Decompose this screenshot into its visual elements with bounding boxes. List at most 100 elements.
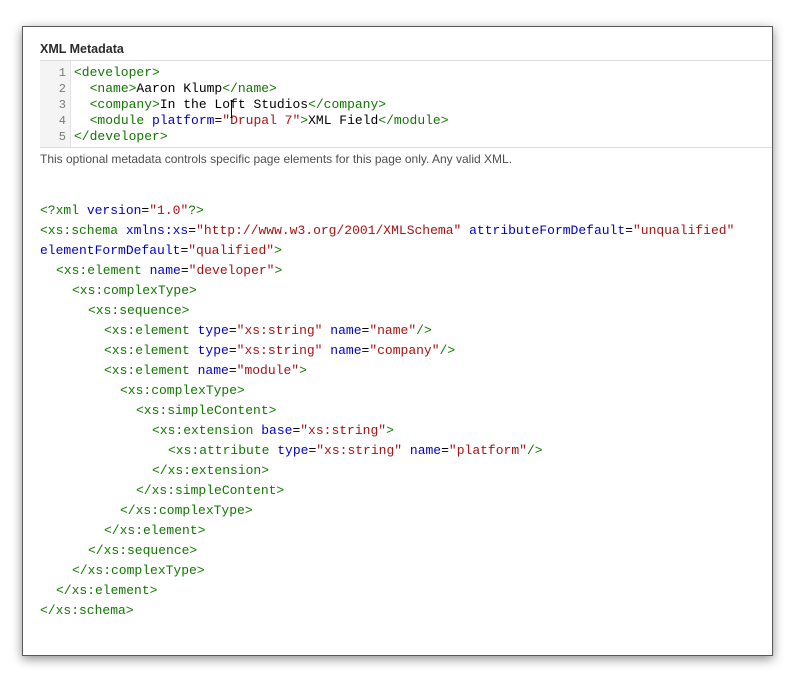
- xml-string: "unqualified": [632, 223, 735, 238]
- xml-string: "developer": [188, 263, 275, 278]
- xml-text: XML Field: [308, 113, 379, 128]
- code-line: </developer>: [74, 129, 168, 145]
- schema-line: </xs:schema>: [40, 603, 134, 619]
- xml-attribute: name: [330, 323, 362, 338]
- xml-text: =: [228, 343, 237, 358]
- schema-line: <?xml version="1.0"?>: [40, 203, 204, 219]
- xml-attribute: attributeFormDefault: [469, 223, 626, 238]
- xml-tag: <xs:sequence>: [88, 303, 190, 318]
- xml-tag: </xs:element>: [56, 583, 158, 598]
- xml-text: =: [228, 363, 237, 378]
- xml-text: =: [180, 263, 189, 278]
- xml-tag: <company>: [89, 97, 160, 112]
- xml-tag: </xs:complexType>: [120, 503, 253, 518]
- xml-tag: >: [274, 263, 283, 278]
- xml-attribute: name: [409, 443, 442, 458]
- xml-string: "xs:string": [236, 343, 323, 358]
- xml-tag: <xs:element: [104, 323, 198, 338]
- xml-tag: </xs:schema>: [40, 603, 134, 618]
- schema-line: </xs:simpleContent>: [136, 483, 284, 499]
- xml-string: "1.0": [149, 203, 189, 218]
- xml-tag: </company>: [308, 97, 387, 112]
- xml-text: =: [441, 443, 449, 458]
- schema-line: </xs:element>: [56, 583, 157, 599]
- schema-line: </xs:extension>: [152, 463, 269, 479]
- schema-line: <xs:attribute type="xs:string" name="pla…: [168, 443, 543, 459]
- xml-text: =: [228, 323, 237, 338]
- schema-line: </xs:element>: [104, 523, 205, 539]
- schema-line: <xs:element type="xs:string" name="name"…: [104, 323, 432, 339]
- line-number: 4: [58, 114, 66, 128]
- xml-string: "Drupal 7": [222, 113, 301, 128]
- xml-attribute: xmlns:xs: [125, 223, 189, 238]
- xml-attribute: name: [197, 363, 229, 378]
- xml-tag: <xs:element: [104, 363, 198, 378]
- xml-tag: <xs:extension: [152, 423, 262, 438]
- line-number: 5: [58, 130, 66, 144]
- xml-attribute: base: [261, 423, 293, 438]
- schema-line: <xs:complexType>: [72, 283, 197, 299]
- schema-line: </xs:sequence>: [88, 543, 197, 559]
- xml-string: "qualified": [188, 243, 275, 258]
- xml-tag: <xs:complexType>: [120, 383, 245, 398]
- xml-tag: >: [299, 363, 307, 378]
- xml-tag: </xs:complexType>: [72, 563, 205, 578]
- xml-attribute: elementFormDefault: [40, 243, 181, 258]
- line-number: 1: [58, 66, 66, 80]
- xml-attribute: platform: [152, 113, 215, 128]
- xml-metadata-panel: XML Metadata 1 2 3 4 5 <developer> <name>Aar…: [22, 26, 773, 656]
- xml-tag: />: [416, 323, 432, 338]
- xml-string: "platform": [448, 443, 527, 458]
- xml-tag: <name>: [89, 81, 137, 96]
- code-line: <module platform="Drupal 7">XML Field</m…: [74, 113, 449, 129]
- xml-tag: </xs:extension>: [152, 463, 270, 478]
- schema-line: <xs:complexType>: [120, 383, 245, 399]
- schema-line: <xs:sequence>: [88, 303, 189, 319]
- text-cursor-icon: [230, 100, 233, 118]
- xml-text: Aaron Klump: [136, 81, 223, 96]
- xml-text: =: [188, 223, 197, 238]
- xml-string: "company": [369, 343, 440, 358]
- xml-tag: >: [300, 113, 309, 128]
- schema-line: <xs:element name="module">: [104, 363, 307, 379]
- xml-string: "xs:string": [316, 443, 403, 458]
- xml-attribute: name: [330, 343, 362, 358]
- xml-tag: </xs:simpleContent>: [136, 483, 285, 498]
- xml-text: [402, 443, 410, 458]
- schema-line: elementFormDefault="qualified">: [40, 243, 282, 259]
- xml-tag: <xs:element: [56, 263, 150, 278]
- xml-string: "xs:string": [236, 323, 323, 338]
- xml-tag: >: [274, 243, 282, 258]
- xml-attribute: type: [197, 323, 229, 338]
- line-number: 2: [58, 82, 66, 96]
- line-number-gutter: 1 2 3 4 5: [40, 61, 71, 147]
- xml-attribute: version: [86, 203, 142, 218]
- xml-tag: <module: [89, 113, 153, 128]
- xml-tag: >: [386, 423, 394, 438]
- xml-tag: <xs:simpleContent>: [136, 403, 277, 418]
- xml-string: "xs:string": [300, 423, 387, 438]
- xml-tag: />: [526, 443, 543, 458]
- field-label: XML Metadata: [40, 42, 124, 56]
- xml-string: "http://www.w3.org/2001/XMLSchema": [196, 223, 462, 238]
- schema-line: </xs:complexType>: [120, 503, 253, 519]
- xml-string: "module": [236, 363, 300, 378]
- xml-tag: <xs:complexType>: [72, 283, 197, 298]
- field-description: This optional metadata controls specific…: [40, 152, 513, 166]
- xml-tag: </xs:sequence>: [88, 543, 198, 558]
- xml-tag: <xs:element: [104, 343, 198, 358]
- xml-attribute: type: [277, 443, 309, 458]
- schema-line: </xs:complexType>: [72, 563, 205, 579]
- xml-tag: <xs:schema: [40, 223, 126, 238]
- xml-attribute: type: [197, 343, 229, 358]
- schema-line: <xs:schema xmlns:xs="http://www.w3.org/2…: [40, 223, 734, 239]
- xml-code-editor[interactable]: 1 2 3 4 5 <developer> <name>Aaron Klump</nam…: [40, 60, 772, 148]
- xml-text: =: [625, 223, 633, 238]
- xml-tag: </developer>: [74, 129, 168, 144]
- xml-attribute: name: [149, 263, 181, 278]
- schema-line: <xs:element type="xs:string" name="compa…: [104, 343, 455, 359]
- xml-tag: />: [439, 343, 456, 358]
- line-number: 3: [58, 98, 66, 112]
- xml-tag: </module>: [378, 113, 449, 128]
- xml-tag: <?xml: [40, 203, 87, 218]
